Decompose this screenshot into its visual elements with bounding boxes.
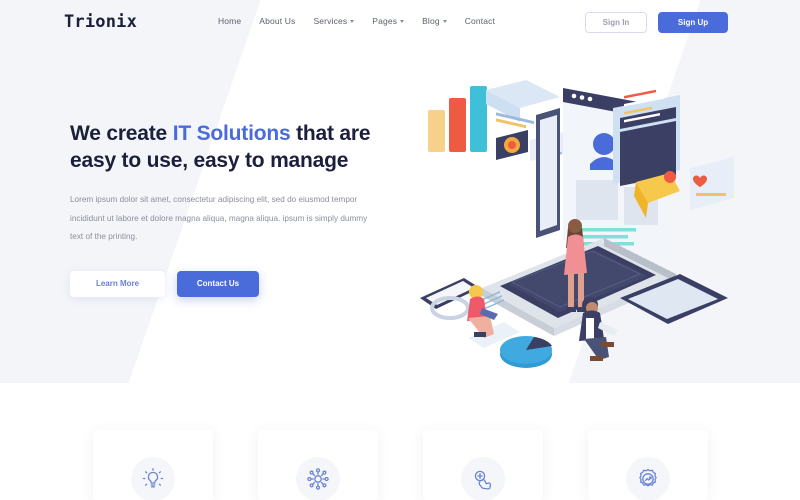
headline-line2: easy to use, easy to manage [70,149,349,172]
hero-cta-group: Learn More Contact Us [70,270,400,297]
floating-card-heart [690,157,734,210]
feature-icon-wrapper [130,457,175,500]
headline-text-part2: that are [290,122,371,145]
learn-more-button[interactable]: Learn More [70,270,165,297]
headline-accent: IT Solutions [172,122,291,145]
feature-card-1[interactable] [92,430,213,500]
hero-paragraph: Lorem ipsum dolor sit amet, consectetur … [70,195,368,241]
nav-item-label: Services [313,16,348,26]
nav-item-pages[interactable]: Pages [372,16,405,26]
nav-item-about-us[interactable]: About Us [259,16,295,26]
nav-item-blog[interactable]: Blog [422,16,447,26]
gear-chart-icon [638,468,657,487]
nav-item-label: Contact [464,16,496,26]
contact-us-button[interactable]: Contact Us [177,270,259,297]
phone-device-vertical [536,108,560,238]
nav-item-label: About Us [259,16,296,26]
nav-item-contact[interactable]: Contact [465,16,495,26]
nav-item-home[interactable]: Home [218,16,241,26]
hand-touch-icon [474,470,491,490]
main-navigation: Home About Us Services Pages Blog Contac… [218,16,495,26]
feature-icon-wrapper [460,457,505,500]
feature-icon-wrapper [295,457,340,500]
bar-chart-graphic [428,86,487,152]
network-gear-icon [306,468,329,490]
chevron-down-icon [400,20,405,23]
landing-page: Trionix Home About Us Services Pages Blo… [0,0,800,500]
isometric-illustration-svg [420,80,734,426]
feature-icon-wrapper [625,457,670,500]
chevron-down-icon [442,20,447,23]
feature-cards-row [0,430,800,500]
nav-item-label: Blog [422,16,440,26]
hero-headline: We create IT Solutions that are easy to … [70,120,400,174]
headline-text-part1: We create [70,122,173,145]
brand-logo[interactable]: Trionix [64,12,137,32]
hero-illustration [408,60,748,426]
nav-item-label: Home [218,16,242,26]
lightbulb-icon [142,468,163,488]
chevron-down-icon [350,20,355,23]
pie-chart-graphic [500,336,552,368]
sign-in-button[interactable]: Sign In [585,12,647,33]
hero-content: We create IT Solutions that are easy to … [70,120,400,297]
feature-card-4[interactable] [587,430,708,500]
nav-item-services[interactable]: Services [313,16,355,26]
floating-card-avatar-dark [496,130,528,160]
feature-card-3[interactable] [422,430,543,500]
site-header: Trionix Home About Us Services Pages Blo… [0,0,800,46]
nav-item-label: Pages [372,16,398,26]
sign-up-button[interactable]: Sign Up [658,12,728,33]
auth-buttons: Sign In Sign Up [585,12,728,33]
feature-card-2[interactable] [257,430,378,500]
